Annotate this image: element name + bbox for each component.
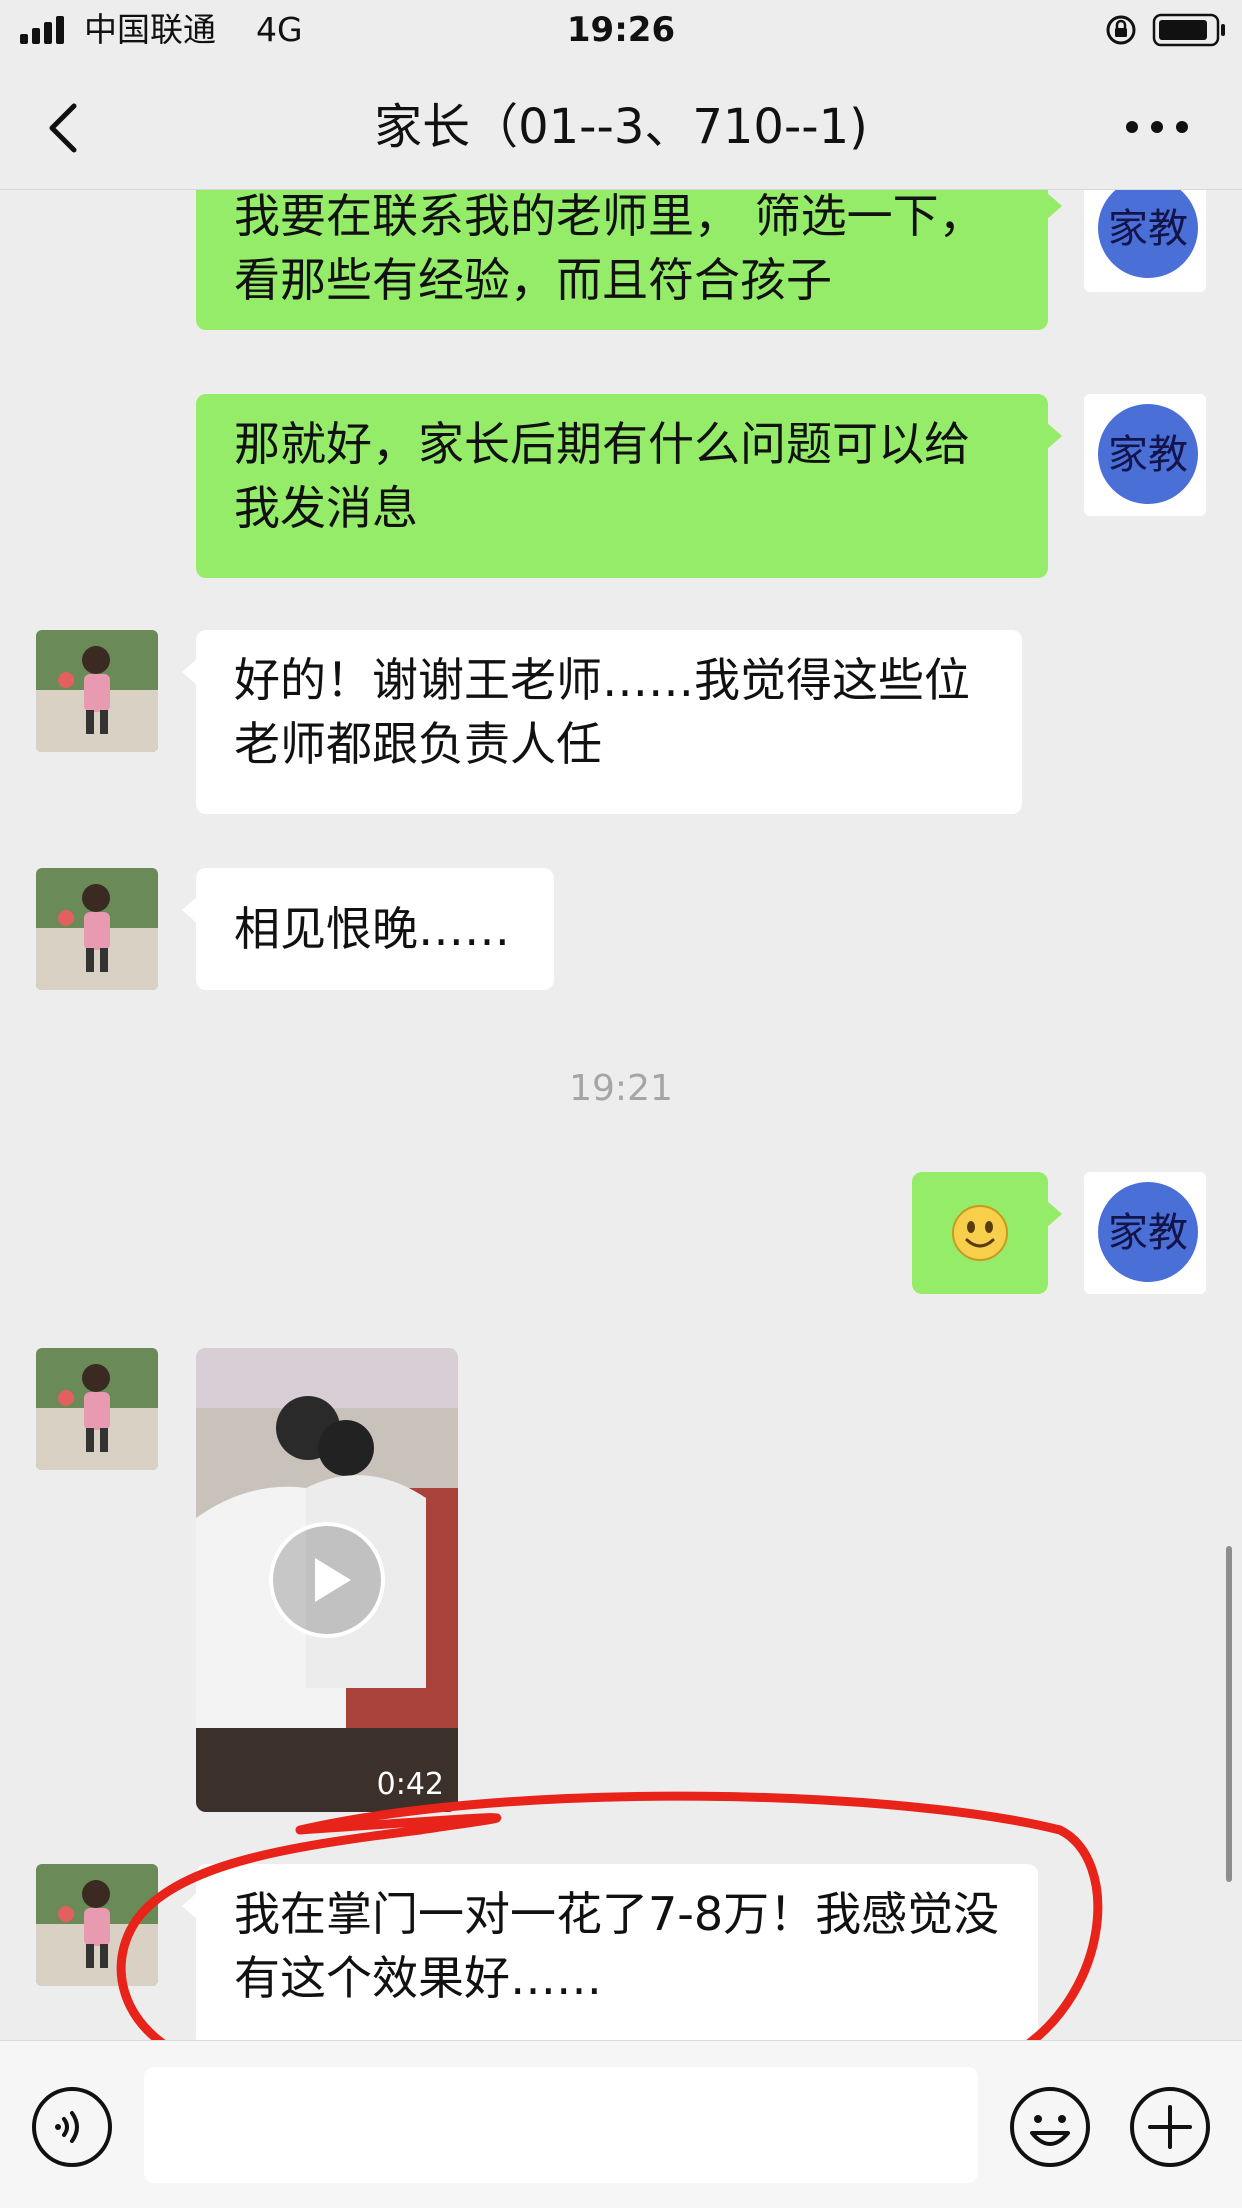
avatar-contact[interactable] bbox=[36, 630, 158, 752]
message-bubble-self[interactable]: 那就好，家长后期有什么问题可以给我发消息 bbox=[196, 394, 1062, 578]
battery-icon bbox=[1152, 13, 1225, 47]
chat-header: 家长（01--3、710--1) bbox=[0, 62, 1242, 190]
message-text: 我要在联系我的老师里， 筛选一下，看那些有经验，而且符合孩子 bbox=[234, 190, 985, 307]
svg-text:家教: 家教 bbox=[1108, 1210, 1188, 1256]
more-dots-icon[interactable] bbox=[1112, 102, 1202, 152]
avatar-self[interactable]: 家教 bbox=[1084, 394, 1206, 516]
avatar-contact[interactable] bbox=[36, 1864, 158, 1986]
message-input[interactable] bbox=[144, 2067, 978, 2183]
svg-text:家教: 家教 bbox=[1108, 432, 1188, 478]
chevron-left-icon[interactable] bbox=[30, 92, 102, 164]
message-bubble-contact[interactable]: 相见恨晚…… bbox=[182, 868, 554, 990]
message-text: 我在掌门一对一花了7-8万！我感觉没有这个效果好…… bbox=[234, 1887, 1000, 2005]
message-list[interactable]: 我要在联系我的老师里， 筛选一下，看那些有经验，而且符合孩子 家教 那就好，家长… bbox=[0, 190, 1242, 2040]
message-bubble-self-emoji[interactable] bbox=[912, 1172, 1062, 1294]
voice-icon[interactable] bbox=[30, 2085, 114, 2169]
play-icon[interactable] bbox=[267, 1520, 387, 1640]
svg-text:家教: 家教 bbox=[1108, 206, 1188, 252]
avatar-contact[interactable] bbox=[36, 1348, 158, 1470]
child-photo-icon bbox=[36, 630, 158, 752]
jiajiao-logo-icon: 家教 bbox=[1098, 190, 1198, 278]
message-text: 好的！谢谢王老师……我觉得这些位老师都跟负责人任 bbox=[234, 653, 970, 771]
chat-title: 家长（01--3、710--1) bbox=[374, 99, 868, 155]
plus-icon[interactable] bbox=[1128, 2085, 1212, 2169]
avatar-contact[interactable] bbox=[36, 868, 158, 990]
message-bubble-contact[interactable]: 我在掌门一对一花了7-8万！我感觉没有这个效果好…… bbox=[182, 1864, 1038, 2040]
message-bubble-self[interactable]: 我要在联系我的老师里， 筛选一下，看那些有经验，而且符合孩子 bbox=[196, 190, 1062, 330]
chat-timestamp: 19:21 bbox=[569, 1068, 673, 1109]
jiajiao-logo-icon: 家教 bbox=[1098, 404, 1198, 504]
child-photo-icon bbox=[36, 1348, 158, 1470]
status-time: 19:26 bbox=[566, 10, 676, 50]
avatar-self[interactable]: 家教 bbox=[1084, 190, 1206, 292]
child-photo-icon bbox=[36, 868, 158, 990]
message-bubble-contact[interactable]: 好的！谢谢王老师……我觉得这些位老师都跟负责人任 bbox=[182, 630, 1022, 814]
status-bar: 中国联通 4G 19:26 bbox=[0, 0, 1242, 62]
smile-emoji-icon bbox=[952, 1205, 1008, 1261]
message-text: 那就好，家长后期有什么问题可以给我发消息 bbox=[234, 417, 970, 535]
message-text: 相见恨晚…… bbox=[234, 902, 510, 956]
emoji-icon[interactable] bbox=[1008, 2085, 1092, 2169]
child-photo-icon bbox=[36, 1864, 158, 1986]
video-duration: 0:42 bbox=[376, 1767, 444, 1802]
input-bar bbox=[0, 2040, 1242, 2208]
scrollbar[interactable] bbox=[1226, 1546, 1232, 1882]
rotation-lock-icon bbox=[1106, 15, 1136, 45]
avatar-self[interactable]: 家教 bbox=[1084, 1172, 1206, 1294]
jiajiao-logo-icon: 家教 bbox=[1098, 1182, 1198, 1282]
video-message[interactable]: 0:42 bbox=[196, 1348, 458, 1812]
